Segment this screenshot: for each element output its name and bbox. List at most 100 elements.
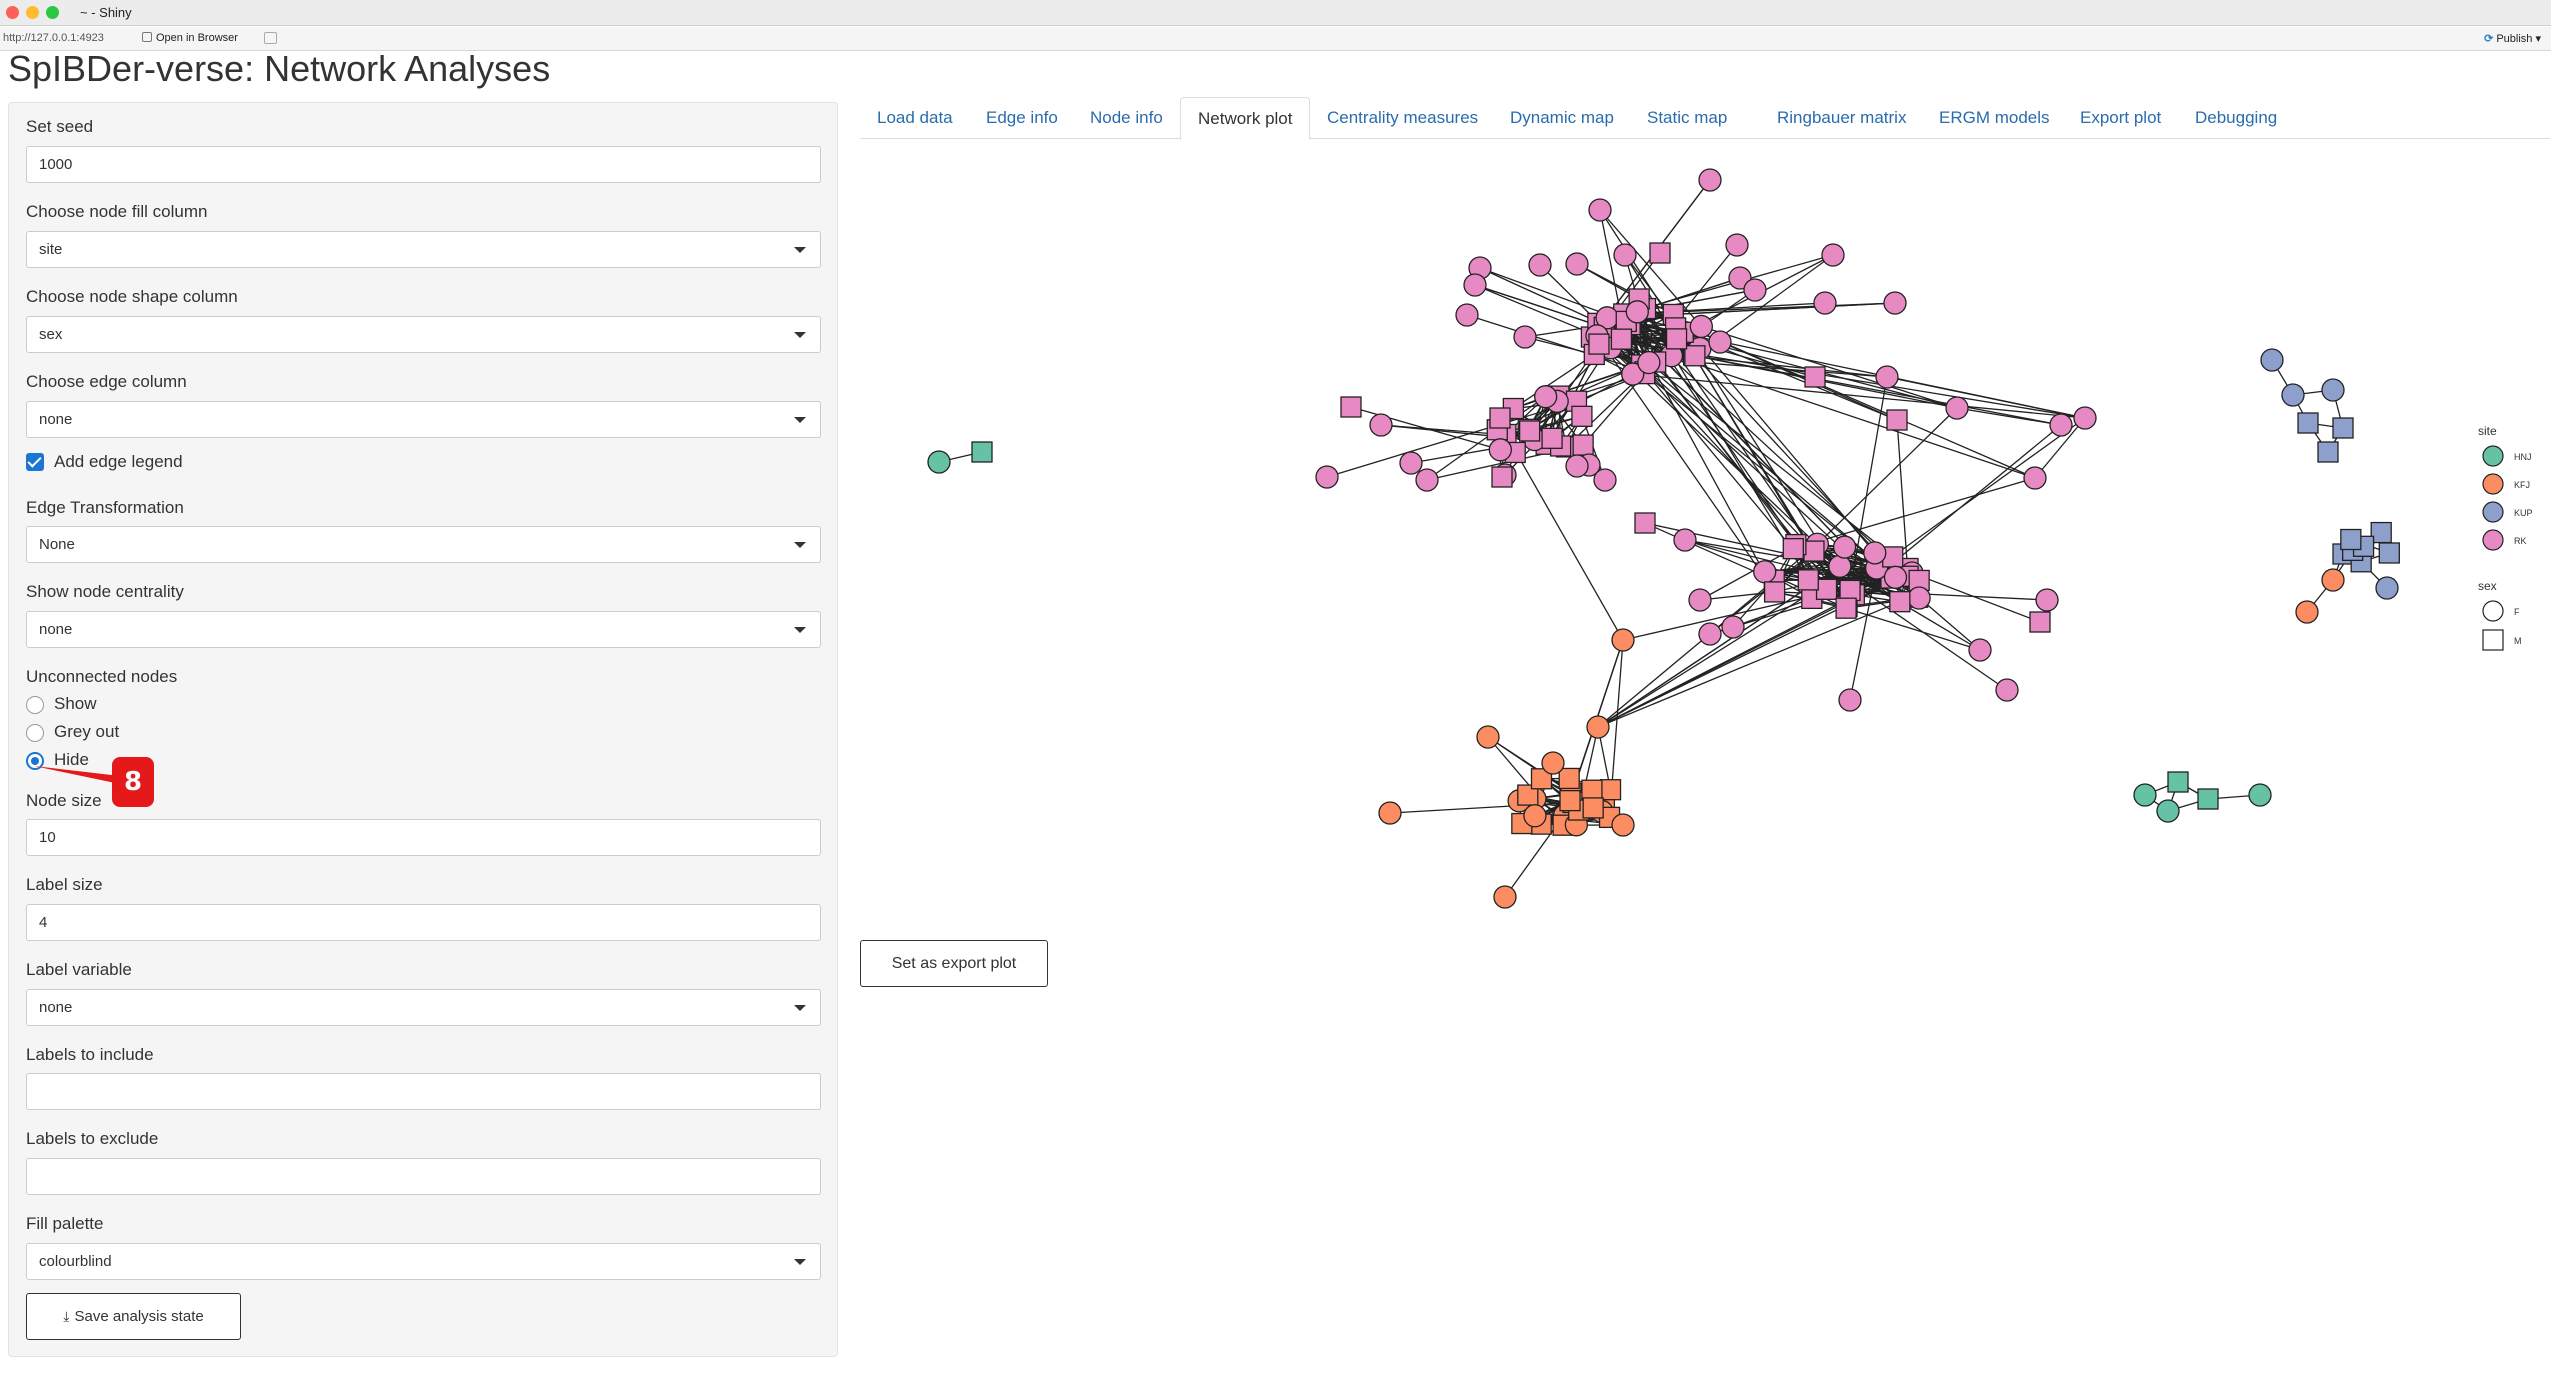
network-node (1586, 715, 1610, 739)
tab-network-plot[interactable]: Network plot (1180, 97, 1311, 140)
network-node (1588, 333, 1610, 355)
publish-label: Publish (2496, 33, 2533, 45)
node-shape-value: sex (39, 326, 63, 343)
edge-column-label: Choose edge column (26, 372, 187, 391)
network-node (1565, 454, 1589, 478)
network-edge (1876, 417, 2086, 569)
labels-include-input[interactable] (26, 1073, 821, 1110)
network-node (1743, 278, 1767, 302)
network-node (1415, 468, 1439, 492)
edge-legend-label[interactable]: Add edge legend (54, 452, 183, 472)
legend-label-m: M (2514, 636, 2522, 646)
node-shape-select[interactable]: sex (26, 316, 821, 353)
label-variable-select[interactable]: none (26, 989, 821, 1026)
step-badge: 8 (112, 757, 154, 807)
unconnected-label: Unconnected nodes (26, 667, 178, 686)
network-node (1708, 330, 1732, 354)
network-node (2167, 771, 2189, 793)
edge-column-select[interactable]: none (26, 401, 821, 438)
chevron-down-icon (794, 247, 806, 253)
network-node (1613, 243, 1637, 267)
network-edge (1505, 434, 1624, 641)
network-node (2156, 799, 2180, 823)
tab-dynamic-map[interactable]: Dynamic map (1493, 97, 1631, 139)
open-in-browser-button[interactable]: Open in Browser (138, 30, 242, 46)
network-node (1558, 767, 1580, 790)
legend-label-rk: RK (2514, 536, 2527, 546)
network-node (1689, 314, 1713, 339)
network-node (2340, 528, 2362, 551)
network-node (927, 450, 951, 474)
network-node (1665, 328, 1688, 350)
tab-node-info[interactable]: Node info (1073, 97, 1180, 139)
centrality-select[interactable]: none (26, 611, 821, 648)
labels-exclude-input[interactable] (26, 1158, 821, 1195)
tab-ergm-models[interactable]: ERGM models (1922, 97, 2067, 139)
radio-show[interactable] (26, 696, 44, 714)
network-node (2281, 383, 2305, 407)
network-node (1399, 451, 1423, 475)
tab-export-plot[interactable]: Export plot (2063, 97, 2178, 139)
network-node (2197, 788, 2219, 810)
seed-input[interactable]: 1000 (26, 146, 821, 183)
tab-bar: Load data Edge info Node info Network pl… (860, 97, 2550, 140)
tab-centrality-measures[interactable]: Centrality measures (1310, 97, 1495, 139)
close-window-button[interactable] (6, 6, 19, 19)
centrality-label: Show node centrality (26, 582, 184, 601)
centrality-value: none (39, 621, 73, 638)
tab-debugging[interactable]: Debugging (2178, 97, 2294, 139)
radio-grey-out-label[interactable]: Grey out (54, 722, 119, 742)
network-node (2375, 576, 2399, 600)
network-node (1593, 468, 1617, 492)
save-analysis-button[interactable]: ⤓ Save analysis state (26, 1293, 241, 1340)
label-size-input[interactable]: 4 (26, 904, 821, 941)
network-node (1725, 233, 1749, 257)
external-window-icon (142, 32, 152, 42)
network-node (2378, 542, 2400, 564)
minimize-window-button[interactable] (26, 6, 39, 19)
node-size-input[interactable]: 10 (26, 819, 821, 856)
network-node (1513, 325, 1537, 349)
node-shape-label: Choose node shape column (26, 287, 238, 306)
tab-static-map[interactable]: Static map (1630, 97, 1744, 139)
tab-load-data[interactable]: Load data (860, 97, 970, 139)
network-node (1945, 396, 1969, 420)
radio-grey-out[interactable] (26, 724, 44, 742)
network-node (1797, 569, 1819, 591)
network-node (1782, 538, 1804, 560)
label-variable-value: none (39, 999, 73, 1016)
radio-show-label[interactable]: Show (54, 694, 97, 714)
legend-key-f (2482, 600, 2504, 622)
network-node (2297, 412, 2319, 434)
network-node (1649, 242, 1671, 264)
legend-label-kfj: KFJ (2514, 480, 2530, 490)
fill-palette-select[interactable]: colourblind (26, 1243, 821, 1280)
network-node (2321, 568, 2345, 592)
tab-edge-info[interactable]: Edge info (969, 97, 1075, 139)
network-plot: site HNJ KFJ KUP RK sex F M (927, 168, 2533, 909)
edge-transform-select[interactable]: None (26, 526, 821, 563)
publish-button[interactable]: ⟳ Publish ▾ (2484, 32, 2541, 45)
network-node (1875, 365, 1899, 389)
network-node (1863, 541, 1887, 565)
refresh-icon[interactable] (264, 32, 277, 44)
network-node (2035, 588, 2059, 612)
network-node (971, 441, 993, 463)
node-fill-select[interactable]: site (26, 231, 821, 268)
network-node (1541, 751, 1565, 775)
sidebar-panel: Set seed 1000 Choose node fill column si… (8, 102, 838, 1357)
set-export-plot-button[interactable]: Set as export plot (860, 940, 1048, 987)
network-edge (1474, 284, 1598, 337)
tab-ringbauer-matrix[interactable]: Ringbauer matrix (1760, 97, 1923, 139)
edge-legend-checkbox[interactable] (26, 453, 44, 471)
network-node (1803, 540, 1825, 562)
network-node (1489, 407, 1511, 429)
legend-label-hnj: HNJ (2514, 452, 2532, 462)
edge-transform-label: Edge Transformation (26, 498, 184, 517)
labels-exclude-label: Labels to exclude (26, 1129, 159, 1148)
network-node (1688, 588, 1712, 612)
network-node (1828, 554, 1852, 578)
zoom-window-button[interactable] (46, 6, 59, 19)
legend-key-kfj (2482, 473, 2504, 495)
network-nodes (927, 168, 2400, 909)
